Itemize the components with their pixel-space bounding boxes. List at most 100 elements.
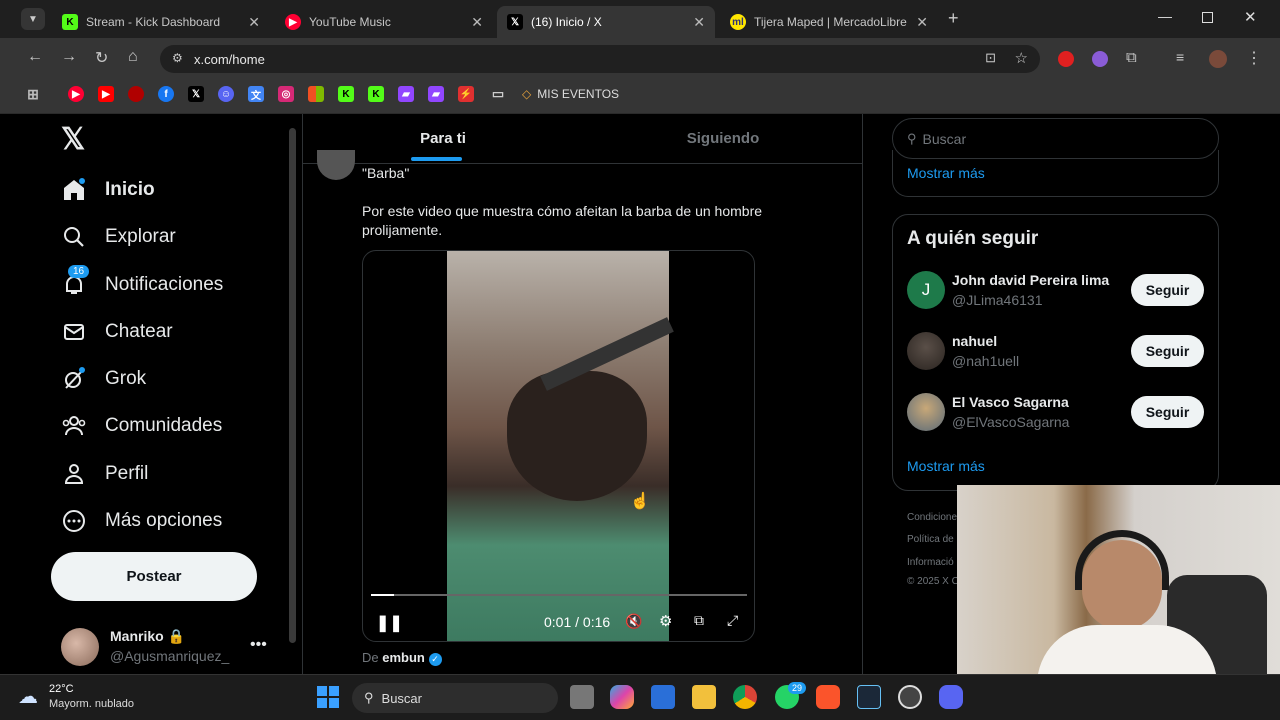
account-avatar[interactable]	[61, 628, 99, 666]
tweet-video[interactable]: ❚❚ 0:01 / 0:16 🔇 ⚙ ⧉ ⤢	[362, 250, 755, 642]
bookmark-instagram-icon[interactable]: ◎	[278, 86, 294, 102]
sidebar-scrollbar[interactable]	[289, 128, 296, 643]
minimize-button[interactable]: —	[1158, 8, 1172, 24]
nav-perfil[interactable]: Perfil	[60, 460, 148, 488]
pause-icon[interactable]: ❚❚	[376, 613, 403, 633]
reload-icon[interactable]: ↻	[95, 48, 108, 68]
bookmark-twitch-icon[interactable]: ▰	[428, 86, 444, 102]
nav-chatear[interactable]: Chatear	[60, 318, 173, 346]
bookmark-folder-icon[interactable]: ▭	[490, 86, 506, 102]
weather-icon[interactable]: ☁	[18, 684, 38, 709]
tab-youtube-music[interactable]: ▶ YouTube Music ✕	[275, 6, 493, 38]
window-close-button[interactable]: ✕	[1244, 8, 1257, 26]
tab-mercadolibre[interactable]: ml Tijera Maped | MercadoLibre ✕	[720, 6, 938, 38]
account-more-icon[interactable]: •••	[250, 636, 267, 654]
follow-button[interactable]: Seguir	[1131, 274, 1204, 306]
maximize-button[interactable]	[1202, 12, 1213, 23]
tweet-source[interactable]: De embun ✓	[362, 650, 442, 666]
bookmark-kick-icon[interactable]: K	[338, 86, 354, 102]
discord-icon[interactable]	[939, 685, 963, 709]
grok-icon	[60, 365, 88, 393]
copilot-icon[interactable]	[610, 685, 634, 709]
extension-red-icon[interactable]	[1058, 51, 1074, 67]
follow-user-name[interactable]: El Vasco Sagarna	[952, 394, 1069, 410]
trends-show-more[interactable]: Mostrar más	[907, 165, 985, 181]
apps-grid-icon[interactable]: ⊞	[25, 86, 41, 102]
follow-button[interactable]: Seguir	[1131, 335, 1204, 367]
footer-link[interactable]: Condicione	[907, 512, 957, 523]
start-windows-icon[interactable]	[317, 686, 339, 708]
video-progress-track[interactable]	[371, 594, 747, 596]
fullscreen-icon[interactable]: ⤢	[727, 612, 738, 629]
footer-link[interactable]: Política de	[907, 534, 954, 545]
bookmark-discord-icon[interactable]: ☺	[218, 86, 234, 102]
nav-inicio[interactable]: Inicio	[60, 176, 155, 204]
site-info-icon[interactable]: ⚙	[172, 51, 183, 65]
follow-button[interactable]: Seguir	[1131, 396, 1204, 428]
bookmark-x-icon[interactable]: 𝕏	[188, 86, 204, 102]
taskbar-search[interactable]: ⚲ Buscar	[352, 683, 558, 713]
avatar[interactable]	[907, 332, 945, 370]
bookmark-facebook-icon[interactable]: f	[158, 86, 174, 102]
nav-notificaciones[interactable]: 16 Notificaciones	[60, 265, 223, 299]
file-explorer-icon[interactable]	[692, 685, 716, 709]
follow-user-name[interactable]: nahuel	[952, 333, 997, 349]
nav-mas-opciones[interactable]: Más opciones	[60, 507, 222, 535]
steam-icon[interactable]	[857, 685, 881, 709]
tab-search-button[interactable]: ▼	[21, 8, 45, 30]
bookmark-twitch-icon[interactable]: ▰	[398, 86, 414, 102]
close-icon[interactable]: ✕	[693, 14, 705, 31]
menu-dots-icon[interactable]: ⋮	[1246, 48, 1262, 68]
app-icon[interactable]	[898, 685, 922, 709]
nav-comunidades[interactable]: Comunidades	[60, 412, 222, 440]
bookmark-kick-icon[interactable]: K	[368, 86, 384, 102]
tweet-quote: "Barba"	[362, 165, 410, 181]
pip-icon[interactable]: ⧉	[694, 612, 704, 629]
bookmark-microsoft-icon[interactable]	[308, 86, 324, 102]
mute-icon[interactable]: 🔇	[625, 613, 642, 630]
weather-temp[interactable]: 22°C	[49, 683, 74, 695]
bookmark-star-icon[interactable]: ☆	[1015, 49, 1028, 67]
avatar[interactable]: J	[907, 271, 945, 309]
new-tab-button[interactable]: +	[948, 8, 959, 29]
bookmark-youtube-music-icon[interactable]: ▶	[68, 86, 84, 102]
nav-explorar[interactable]: Explorar	[60, 223, 176, 251]
media-control-icon[interactable]: ≡	[1176, 49, 1184, 65]
who-to-follow-show-more[interactable]: Mostrar más	[907, 458, 985, 474]
tab-siguiendo[interactable]: Siguiendo	[583, 114, 863, 163]
tab-active-indicator	[411, 157, 462, 161]
follow-user-name[interactable]: John david Pereira lima	[952, 272, 1109, 288]
task-view-icon[interactable]	[570, 685, 594, 709]
bookmark-youtube-icon[interactable]: ▶	[98, 86, 114, 102]
settings-icon[interactable]: ⚙	[659, 612, 672, 630]
store-icon[interactable]	[651, 685, 675, 709]
address-bar[interactable]: ⚙ x.com/home ⊡ ☆	[160, 45, 1040, 73]
account-name: Manriko 🔒	[110, 628, 185, 644]
footer-link[interactable]: Informació	[907, 557, 954, 568]
tab-kick[interactable]: K Stream - Kick Dashboard ✕	[52, 6, 270, 38]
tab-title: (16) Inicio / X	[531, 15, 602, 29]
back-icon[interactable]: ←	[27, 48, 43, 66]
bookmark-red-icon[interactable]	[128, 86, 144, 102]
nav-grok[interactable]: Grok	[60, 365, 146, 393]
whatsapp-badge: 29	[788, 682, 807, 694]
brave-icon[interactable]	[816, 685, 840, 709]
close-icon[interactable]: ✕	[248, 14, 260, 31]
install-icon[interactable]: ⊡	[985, 50, 996, 66]
home-icon[interactable]: ⌂	[128, 48, 138, 66]
chrome-icon[interactable]	[733, 685, 757, 709]
close-icon[interactable]: ✕	[916, 14, 928, 31]
bookmark-bolt-icon[interactable]: ⚡	[458, 86, 474, 102]
tab-x-home[interactable]: 𝕏 (16) Inicio / X ✕	[497, 6, 715, 38]
profile-avatar-icon[interactable]	[1209, 50, 1227, 68]
x-logo-icon[interactable]: 𝕏	[61, 122, 85, 157]
extension-purple-icon[interactable]	[1092, 51, 1108, 67]
windows-taskbar	[0, 674, 1280, 720]
post-button[interactable]: Postear	[51, 552, 257, 601]
extensions-puzzle-icon[interactable]: ⧉	[1126, 49, 1137, 66]
bookmark-translate-icon[interactable]: 文	[248, 86, 264, 102]
bookmark-mis-eventos[interactable]: ◇ MIS EVENTOS	[522, 87, 619, 101]
forward-icon[interactable]: →	[61, 48, 77, 66]
close-icon[interactable]: ✕	[471, 14, 483, 31]
avatar[interactable]	[907, 393, 945, 431]
